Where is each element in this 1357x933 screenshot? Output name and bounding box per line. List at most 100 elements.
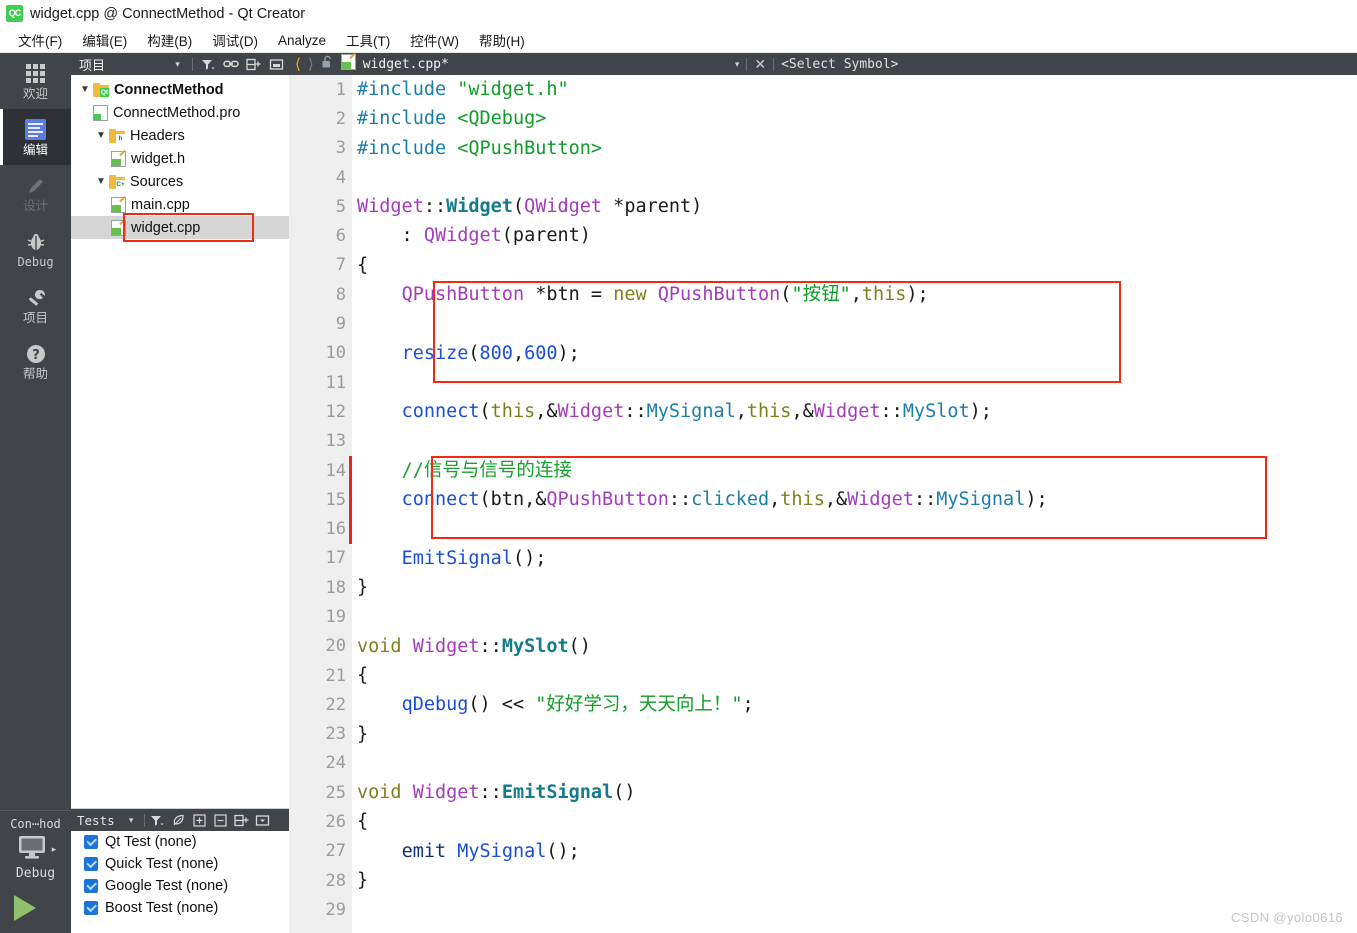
- mode-help[interactable]: ? 帮助: [0, 333, 71, 389]
- kit-selector[interactable]: Con⋯hod ▸ Debug: [0, 810, 71, 933]
- code-line[interactable]: #include <QPushButton>: [357, 134, 1357, 163]
- chevron-right-icon[interactable]: ⟩: [308, 55, 314, 73]
- code-line[interactable]: #include <QDebug>: [357, 104, 1357, 133]
- code-text[interactable]: #include "widget.h" #include <QDebug> #inc…: [352, 75, 1357, 933]
- code-line[interactable]: qDebug() << "好好学习，天天向上！";: [357, 690, 1357, 719]
- tree-item-widget-cpp[interactable]: widget.cpp: [71, 216, 289, 239]
- code-token: #include: [357, 137, 458, 159]
- menu-window[interactable]: 控件(W): [400, 28, 469, 52]
- menu-file[interactable]: 文件(F): [8, 28, 72, 52]
- menu-build[interactable]: 构建(B): [137, 28, 202, 52]
- code-line[interactable]: [357, 602, 1357, 631]
- collapse-all-icon[interactable]: [212, 812, 229, 828]
- collapse-icon[interactable]: [268, 56, 285, 72]
- checkbox-checked-icon[interactable]: [84, 901, 98, 915]
- close-icon[interactable]: ✕: [754, 56, 766, 73]
- checkbox-checked-icon[interactable]: [84, 835, 98, 849]
- code-token: ,&: [791, 401, 814, 423]
- chevron-down-icon[interactable]: ▾: [169, 56, 186, 72]
- chevron-down-icon[interactable]: ▾: [123, 812, 140, 828]
- split-add-icon[interactable]: [245, 56, 262, 72]
- code-token: new: [613, 284, 647, 306]
- menu-analyze[interactable]: Analyze: [268, 31, 336, 50]
- code-line[interactable]: {: [357, 251, 1357, 280]
- chevron-left-icon[interactable]: ⟨: [295, 55, 301, 73]
- checkbox-checked-icon[interactable]: [84, 879, 98, 893]
- code-line[interactable]: EmitSignal ();: [357, 544, 1357, 573]
- link-icon[interactable]: [222, 56, 239, 72]
- folder-headers-icon: h: [109, 128, 125, 143]
- menu-debug[interactable]: 调试(D): [202, 28, 268, 52]
- code-line[interactable]: //信号与信号的连接: [357, 456, 1357, 485]
- test-item-quick-test[interactable]: Quick Test (none): [71, 853, 289, 875]
- options-icon[interactable]: [254, 812, 271, 828]
- code-line[interactable]: }: [357, 573, 1357, 602]
- tree-item-connectmethod-pro[interactable]: ConnectMethod.pro: [71, 101, 289, 124]
- mode-welcome[interactable]: 欢迎: [0, 53, 71, 109]
- code-line[interactable]: [357, 895, 1357, 924]
- test-item-google-test[interactable]: Google Test (none): [71, 875, 289, 897]
- code-line[interactable]: [357, 749, 1357, 778]
- code-line[interactable]: resize(800, 600);: [357, 339, 1357, 368]
- chevron-expanded-icon[interactable]: ▼: [77, 84, 93, 95]
- menu-help[interactable]: 帮助(H): [469, 28, 535, 52]
- checkbox-checked-icon[interactable]: [84, 857, 98, 871]
- code-area[interactable]: 123456▼7891011121314151617181920▼2122232…: [289, 75, 1357, 933]
- code-line[interactable]: [357, 309, 1357, 338]
- leaf-icon[interactable]: [170, 812, 187, 828]
- code-line[interactable]: : QWidget (parent): [357, 221, 1357, 250]
- chevron-expanded-icon[interactable]: ▼: [93, 176, 109, 187]
- code-line[interactable]: connect(this ,& Widget:: MySignal, this ,& Wid…: [357, 397, 1357, 426]
- test-item-qt-test[interactable]: Qt Test (none): [71, 831, 289, 853]
- tree-item-headers[interactable]: ▼ h Headers: [71, 124, 289, 147]
- project-tree[interactable]: ▼ Qt ConnectMethod ConnectMethod.pro ▼ h…: [71, 75, 289, 808]
- mode-design[interactable]: 设计: [0, 165, 71, 221]
- code-line[interactable]: [357, 514, 1357, 543]
- tree-item-main-cpp[interactable]: main.cpp: [71, 193, 289, 216]
- code-line[interactable]: {: [357, 661, 1357, 690]
- editor-filename[interactable]: widget.cpp*: [363, 57, 449, 72]
- chevron-expanded-icon[interactable]: ▼: [93, 130, 109, 141]
- expand-all-icon[interactable]: [191, 812, 208, 828]
- mode-edit[interactable]: 编辑: [0, 109, 71, 165]
- code-line[interactable]: [357, 368, 1357, 397]
- code-line[interactable]: void Widget:: MySlot(): [357, 632, 1357, 661]
- code-line[interactable]: [357, 427, 1357, 456]
- code-line[interactable]: [357, 163, 1357, 192]
- editor-toolbar: ⟨ ⟩ widget.cpp* ▾ ✕ <Select Symbol>: [289, 52, 1357, 75]
- tree-item-sources[interactable]: ▼ C+ Sources: [71, 170, 289, 193]
- kit-expand-arrow-icon[interactable]: ▸: [52, 844, 57, 855]
- code-line[interactable]: emit MySignal ();: [357, 837, 1357, 866]
- code-line[interactable]: connect (btn,& QPushButton:: clicked, this ,&…: [357, 485, 1357, 514]
- code-line[interactable]: void Widget:: EmitSignal(): [357, 778, 1357, 807]
- run-button[interactable]: [0, 887, 71, 933]
- line-number: 9: [335, 314, 346, 335]
- code-line[interactable]: }: [357, 720, 1357, 749]
- tests-panel: Tests ▾ Qt Test (none) Quick Test (none)…: [71, 808, 289, 933]
- kit-target-row[interactable]: ▸: [0, 833, 71, 866]
- tree-item-widget-h[interactable]: widget.h: [71, 147, 289, 170]
- document-lines-icon: [25, 118, 46, 142]
- line-number: 16: [325, 519, 346, 540]
- test-item-boost-test[interactable]: Boost Test (none): [71, 897, 289, 919]
- code-line[interactable]: Widget:: Widget(QWidget *parent): [357, 192, 1357, 221]
- code-line[interactable]: }: [357, 866, 1357, 895]
- filter-icon[interactable]: [149, 812, 166, 828]
- pro-file-icon: [93, 104, 108, 121]
- chevron-down-icon[interactable]: ▾: [735, 59, 740, 70]
- code-line[interactable]: {: [357, 807, 1357, 836]
- menu-tools[interactable]: 工具(T): [336, 28, 400, 52]
- symbol-selector[interactable]: <Select Symbol>: [781, 57, 898, 72]
- tree-item-connectmethod[interactable]: ▼ Qt ConnectMethod: [71, 78, 289, 101]
- mode-debug[interactable]: Debug: [0, 221, 71, 277]
- mode-projects[interactable]: 项目: [0, 277, 71, 333]
- filter-icon[interactable]: [199, 56, 216, 72]
- menu-edit[interactable]: 编辑(E): [72, 28, 137, 52]
- code-line[interactable]: #include "widget.h": [357, 75, 1357, 104]
- code-line[interactable]: QPushButton *btn = new QPushButton("按钮",…: [357, 280, 1357, 309]
- code-token: void: [357, 635, 402, 657]
- unlock-icon[interactable]: [321, 55, 334, 74]
- split-add-icon[interactable]: [233, 812, 250, 828]
- code-token: MySlot: [501, 635, 569, 657]
